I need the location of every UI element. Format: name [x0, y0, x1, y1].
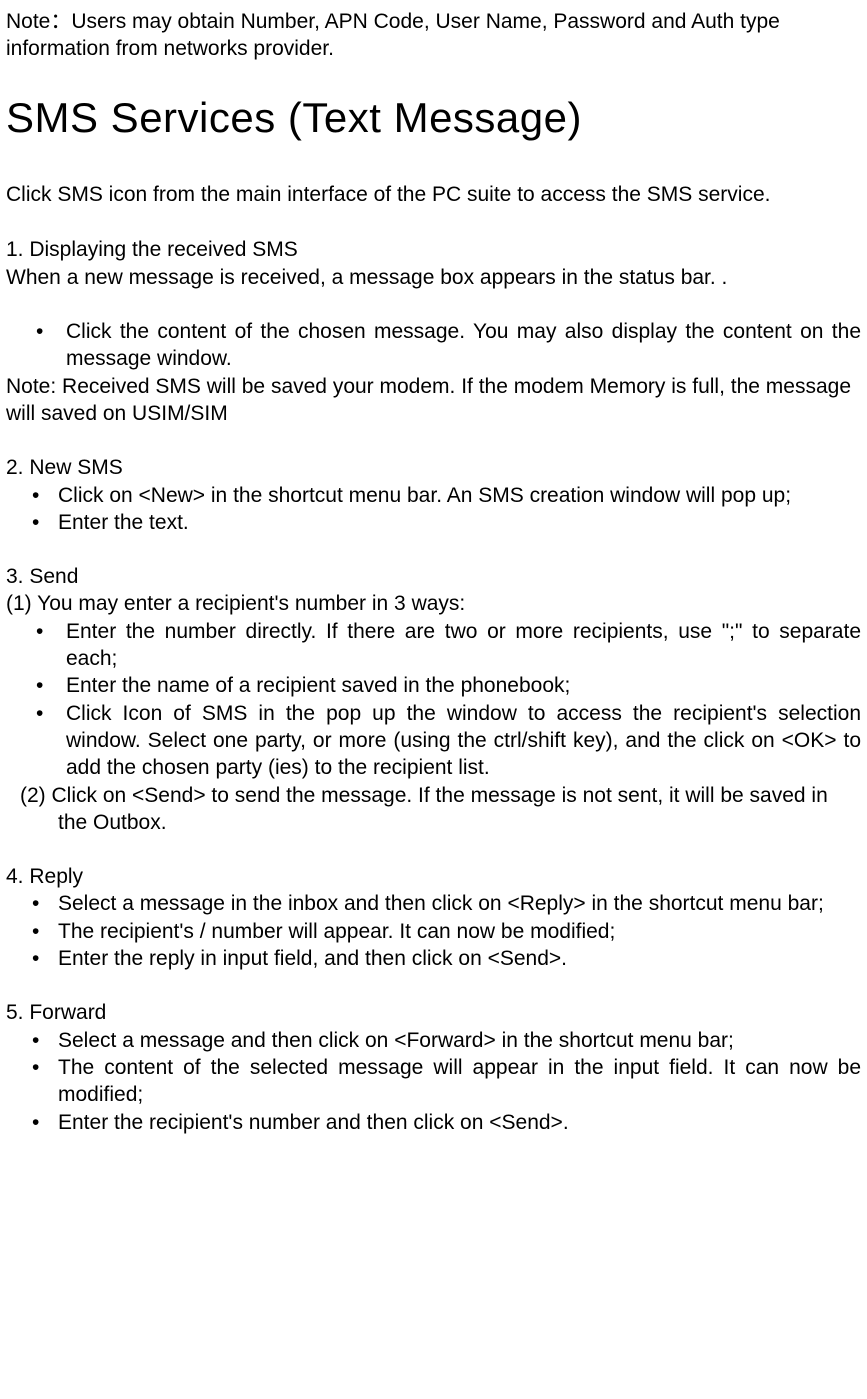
section-1-body: When a new message is received, a messag…	[6, 264, 861, 291]
list-item: Select a message and then click on <Forw…	[6, 1027, 861, 1054]
list-item: Enter the text.	[6, 509, 861, 536]
list-item: Enter the number directly. If there are …	[6, 618, 861, 673]
list-item: Click Icon of SMS in the pop up the wind…	[6, 700, 861, 782]
section-2-bullets: Click on <New> in the shortcut menu bar.…	[6, 482, 861, 537]
section-3-bullets: Enter the number directly. If there are …	[6, 618, 861, 782]
section-3-sub2: (2) Click on <Send> to send the message.…	[6, 782, 861, 837]
section-1-title: 1. Displaying the received SMS	[6, 236, 861, 263]
list-item: Select a message in the inbox and then c…	[6, 890, 861, 917]
section-5-title: 5. Forward	[6, 999, 861, 1026]
list-item: Enter the reply in input field, and then…	[6, 945, 861, 972]
section-4-bullets: Select a message in the inbox and then c…	[6, 890, 861, 972]
section-1-bullets: Click the content of the chosen message.…	[6, 318, 861, 373]
top-note: Note：Users may obtain Number, APN Code, …	[6, 8, 861, 63]
section-1-note: Note: Received SMS will be saved your mo…	[6, 373, 861, 428]
intro-paragraph: Click SMS icon from the main interface o…	[6, 181, 861, 208]
list-item: The recipient's / number will appear. It…	[6, 918, 861, 945]
page-heading: SMS Services (Text Message)	[6, 91, 861, 146]
section-5-bullets: Select a message and then click on <Forw…	[6, 1027, 861, 1136]
section-3-title: 3. Send	[6, 563, 861, 590]
list-item: Enter the recipient's number and then cl…	[6, 1109, 861, 1136]
list-item: Enter the name of a recipient saved in t…	[6, 672, 861, 699]
section-4-title: 4. Reply	[6, 863, 861, 890]
list-item: Click on <New> in the shortcut menu bar.…	[6, 482, 861, 509]
section-3-sub1-intro: (1) You may enter a recipient's number i…	[6, 590, 861, 617]
list-item: Click the content of the chosen message.…	[6, 318, 861, 373]
list-item: The content of the selected message will…	[6, 1054, 861, 1109]
section-2-title: 2. New SMS	[6, 454, 861, 481]
